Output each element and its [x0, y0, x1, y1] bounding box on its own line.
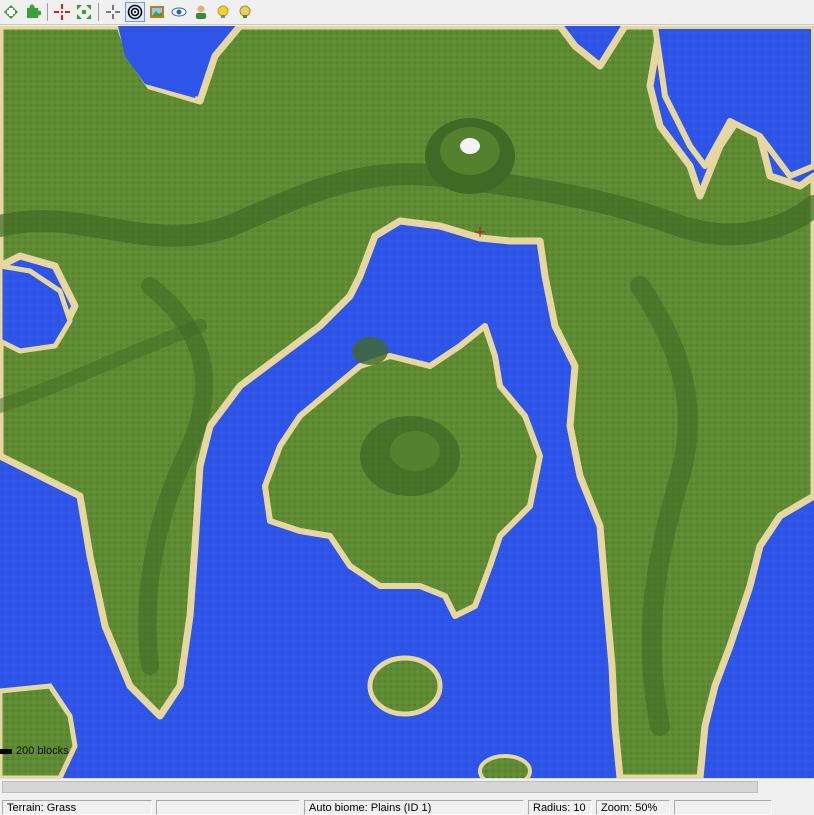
- biome-status: Auto biome: Plains (ID 1): [304, 800, 524, 815]
- scale-label: 200 blocks: [16, 745, 69, 757]
- snow-mountain: [425, 118, 515, 194]
- zoom-status: Zoom: 50%: [596, 800, 670, 815]
- scale-line: [0, 748, 12, 754]
- terrain-status: Terrain: Grass: [2, 800, 152, 815]
- scale-bar: 200 blocks: [0, 744, 69, 758]
- horizontal-scrollbar[interactable]: [0, 778, 814, 796]
- toolbar-separator: [47, 3, 48, 21]
- status-bar: Terrain: Grass Auto biome: Plains (ID 1)…: [0, 797, 814, 815]
- toolbar-separator: [98, 3, 99, 21]
- move-to-spawn-icon[interactable]: [52, 2, 72, 22]
- lightbulb-on-icon[interactable]: [213, 2, 233, 22]
- user-icon[interactable]: [191, 2, 211, 22]
- small-island-south: [367, 655, 443, 717]
- fit-to-screen-icon[interactable]: [74, 2, 94, 22]
- status-field-extra: [674, 800, 772, 815]
- small-island-bottom: [478, 754, 532, 778]
- terrain-render: [0, 26, 814, 778]
- crosshair-icon[interactable]: [103, 2, 123, 22]
- picture-icon[interactable]: [147, 2, 167, 22]
- world-map-canvas[interactable]: 200 blocks: [0, 26, 814, 778]
- eye-icon[interactable]: [169, 2, 189, 22]
- radius-status: Radius: 10: [528, 800, 592, 815]
- zoom-in-icon[interactable]: [1, 2, 21, 22]
- scrollbar-thumb[interactable]: [2, 781, 758, 793]
- toolbar: [0, 0, 814, 25]
- status-field-empty: [156, 800, 300, 815]
- target-icon[interactable]: [125, 2, 145, 22]
- lightbulb-off-icon[interactable]: [235, 2, 255, 22]
- puzzle-icon[interactable]: [23, 2, 43, 22]
